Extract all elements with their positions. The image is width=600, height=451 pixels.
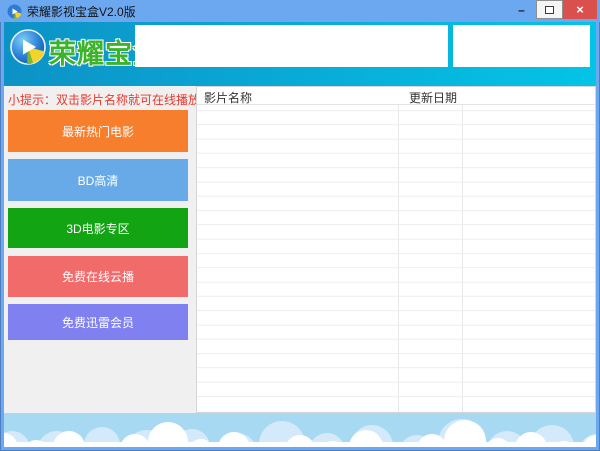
window-title: 荣耀影视宝盒V2.0版 — [27, 4, 136, 19]
logo-icon — [10, 29, 46, 65]
sidebar-item-latest-movies[interactable]: 最新热门电影 — [8, 110, 188, 152]
close-icon: × — [576, 2, 584, 17]
sidebar-item-xunlei-vip[interactable]: 免费迅雷会员 — [8, 304, 188, 340]
tip-text: 小提示：双击影片名称就可在线播放 — [8, 93, 201, 107]
maximize-button[interactable] — [536, 0, 563, 19]
close-button[interactable]: × — [563, 0, 597, 19]
minimize-icon: – — [518, 2, 525, 17]
sidebar: 小提示：双击影片名称就可在线播放 最新热门电影 BD高清 3D电影专区 免费在线… — [4, 86, 200, 413]
movie-table: 影片名称 更新日期 — [196, 86, 596, 413]
movie-list[interactable] — [197, 105, 595, 412]
main-content: 小提示：双击影片名称就可在线播放 最新热门电影 BD高清 3D电影专区 免费在线… — [4, 86, 596, 413]
table-header: 影片名称 更新日期 — [197, 87, 595, 105]
caption-buttons: – × — [507, 0, 597, 19]
app-header: 荣耀宝盒 — [4, 22, 596, 86]
sidebar-item-bd-hd[interactable]: BD高清 — [8, 159, 188, 201]
app-icon — [7, 4, 22, 19]
maximize-icon — [545, 5, 554, 14]
column-header-movie-name[interactable]: 影片名称 — [204, 89, 252, 106]
clouds-strip — [4, 442, 596, 447]
column-header-update-date[interactable]: 更新日期 — [409, 89, 457, 106]
search-button[interactable] — [453, 25, 590, 67]
sidebar-item-cloud-play[interactable]: 免费在线云播 — [8, 256, 188, 297]
sidebar-item-3d-zone[interactable]: 3D电影专区 — [8, 208, 188, 248]
minimize-button[interactable]: – — [507, 0, 536, 19]
titlebar[interactable]: 荣耀影视宝盒V2.0版 – × — [0, 0, 600, 22]
app-window: 荣耀影视宝盒V2.0版 – × 荣耀宝盒 小提示：双击影片名称就可在线播放 最新… — [0, 0, 600, 451]
search-input[interactable] — [135, 25, 448, 67]
clouds-footer — [4, 413, 596, 447]
